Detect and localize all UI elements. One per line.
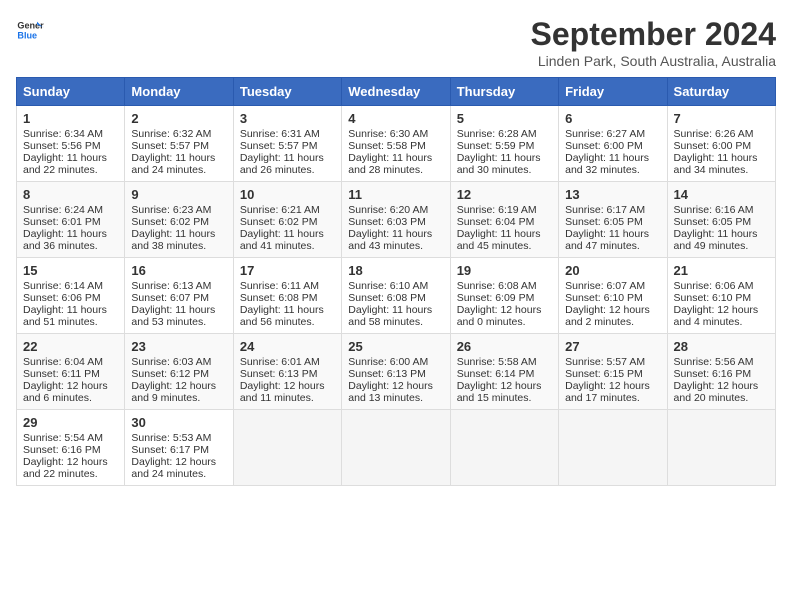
- page-title: September 2024: [531, 16, 776, 53]
- table-row: 22Sunrise: 6:04 AMSunset: 6:11 PMDayligh…: [17, 334, 125, 410]
- calendar-week-0: 1Sunrise: 6:34 AMSunset: 5:56 PMDaylight…: [17, 106, 776, 182]
- table-row: 29Sunrise: 5:54 AMSunset: 6:16 PMDayligh…: [17, 410, 125, 486]
- table-row: 5Sunrise: 6:28 AMSunset: 5:59 PMDaylight…: [450, 106, 558, 182]
- col-sunday: Sunday: [17, 78, 125, 106]
- calendar-week-4: 29Sunrise: 5:54 AMSunset: 6:16 PMDayligh…: [17, 410, 776, 486]
- table-row: 17Sunrise: 6:11 AMSunset: 6:08 PMDayligh…: [233, 258, 341, 334]
- table-row: 6Sunrise: 6:27 AMSunset: 6:00 PMDaylight…: [559, 106, 667, 182]
- table-row: 26Sunrise: 5:58 AMSunset: 6:14 PMDayligh…: [450, 334, 558, 410]
- table-row: 23Sunrise: 6:03 AMSunset: 6:12 PMDayligh…: [125, 334, 233, 410]
- table-row: 15Sunrise: 6:14 AMSunset: 6:06 PMDayligh…: [17, 258, 125, 334]
- calendar-week-1: 8Sunrise: 6:24 AMSunset: 6:01 PMDaylight…: [17, 182, 776, 258]
- col-tuesday: Tuesday: [233, 78, 341, 106]
- table-row: [342, 410, 450, 486]
- calendar-table: Sunday Monday Tuesday Wednesday Thursday…: [16, 77, 776, 486]
- table-row: 3Sunrise: 6:31 AMSunset: 5:57 PMDaylight…: [233, 106, 341, 182]
- table-row: [559, 410, 667, 486]
- table-row: 7Sunrise: 6:26 AMSunset: 6:00 PMDaylight…: [667, 106, 775, 182]
- table-row: 4Sunrise: 6:30 AMSunset: 5:58 PMDaylight…: [342, 106, 450, 182]
- table-row: 11Sunrise: 6:20 AMSunset: 6:03 PMDayligh…: [342, 182, 450, 258]
- table-row: 28Sunrise: 5:56 AMSunset: 6:16 PMDayligh…: [667, 334, 775, 410]
- calendar-header-row: Sunday Monday Tuesday Wednesday Thursday…: [17, 78, 776, 106]
- table-row: [667, 410, 775, 486]
- col-monday: Monday: [125, 78, 233, 106]
- table-row: 27Sunrise: 5:57 AMSunset: 6:15 PMDayligh…: [559, 334, 667, 410]
- table-row: 16Sunrise: 6:13 AMSunset: 6:07 PMDayligh…: [125, 258, 233, 334]
- col-thursday: Thursday: [450, 78, 558, 106]
- col-friday: Friday: [559, 78, 667, 106]
- table-row: 21Sunrise: 6:06 AMSunset: 6:10 PMDayligh…: [667, 258, 775, 334]
- table-row: 2Sunrise: 6:32 AMSunset: 5:57 PMDaylight…: [125, 106, 233, 182]
- table-row: 24Sunrise: 6:01 AMSunset: 6:13 PMDayligh…: [233, 334, 341, 410]
- table-row: 1Sunrise: 6:34 AMSunset: 5:56 PMDaylight…: [17, 106, 125, 182]
- col-saturday: Saturday: [667, 78, 775, 106]
- table-row: [233, 410, 341, 486]
- table-row: 9Sunrise: 6:23 AMSunset: 6:02 PMDaylight…: [125, 182, 233, 258]
- page-header: General Blue September 2024 Linden Park,…: [16, 16, 776, 69]
- table-row: 19Sunrise: 6:08 AMSunset: 6:09 PMDayligh…: [450, 258, 558, 334]
- table-row: 18Sunrise: 6:10 AMSunset: 6:08 PMDayligh…: [342, 258, 450, 334]
- table-row: [450, 410, 558, 486]
- table-row: 14Sunrise: 6:16 AMSunset: 6:05 PMDayligh…: [667, 182, 775, 258]
- title-block: September 2024 Linden Park, South Austra…: [531, 16, 776, 69]
- logo: General Blue: [16, 16, 44, 44]
- calendar-week-2: 15Sunrise: 6:14 AMSunset: 6:06 PMDayligh…: [17, 258, 776, 334]
- col-wednesday: Wednesday: [342, 78, 450, 106]
- table-row: 12Sunrise: 6:19 AMSunset: 6:04 PMDayligh…: [450, 182, 558, 258]
- table-row: 25Sunrise: 6:00 AMSunset: 6:13 PMDayligh…: [342, 334, 450, 410]
- logo-icon: General Blue: [16, 16, 44, 44]
- table-row: 8Sunrise: 6:24 AMSunset: 6:01 PMDaylight…: [17, 182, 125, 258]
- table-row: 10Sunrise: 6:21 AMSunset: 6:02 PMDayligh…: [233, 182, 341, 258]
- svg-text:Blue: Blue: [17, 30, 37, 40]
- page-subtitle: Linden Park, South Australia, Australia: [531, 53, 776, 69]
- table-row: 13Sunrise: 6:17 AMSunset: 6:05 PMDayligh…: [559, 182, 667, 258]
- calendar-week-3: 22Sunrise: 6:04 AMSunset: 6:11 PMDayligh…: [17, 334, 776, 410]
- table-row: 30Sunrise: 5:53 AMSunset: 6:17 PMDayligh…: [125, 410, 233, 486]
- table-row: 20Sunrise: 6:07 AMSunset: 6:10 PMDayligh…: [559, 258, 667, 334]
